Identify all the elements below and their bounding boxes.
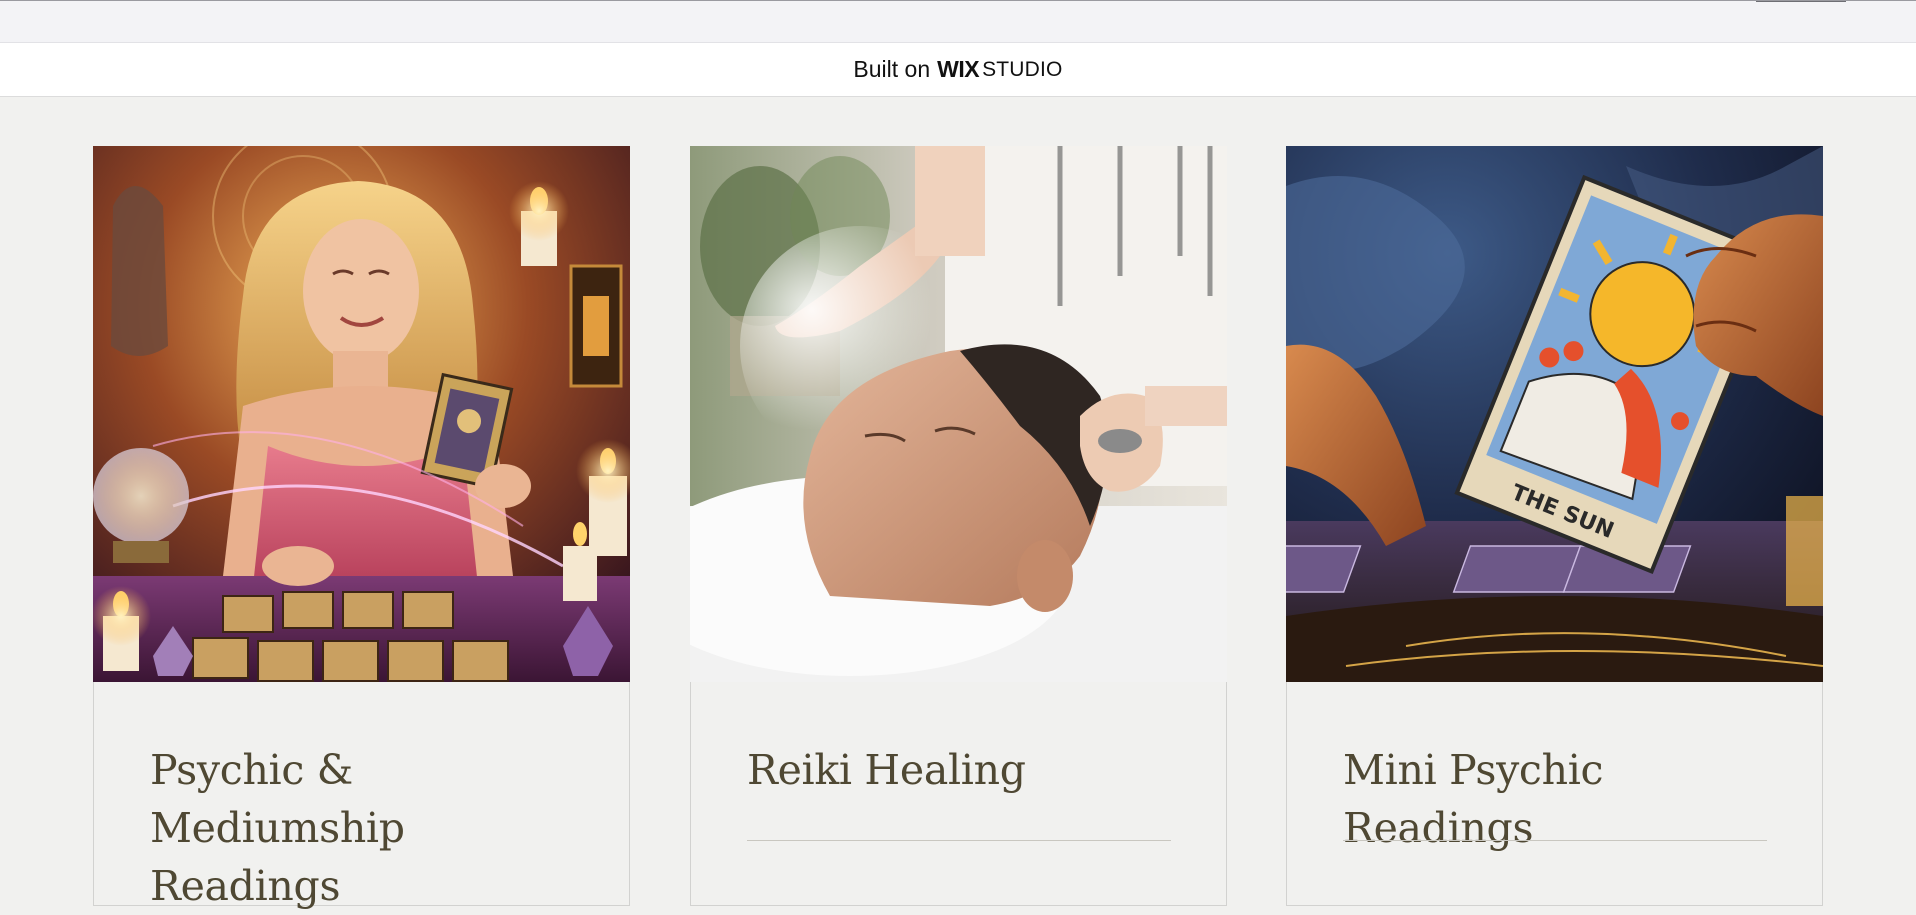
wix-logo-text: WIX [937, 56, 980, 82]
service-title[interactable]: Psychic & Mediumship Readings [150, 741, 590, 915]
service-card-mini-psychic-readings[interactable]: THE SUN Mini Psychic Readings [1286, 146, 1823, 906]
browser-top-bar [0, 0, 1916, 42]
browser-bar-edge [1756, 1, 1846, 2]
psychic-reader-image[interactable] [93, 146, 630, 682]
studio-logo-text: STUDIO [982, 57, 1063, 81]
service-card-psychic-mediumship[interactable]: Psychic & Mediumship Readings [93, 146, 630, 910]
banner-built-on-text: Built on [853, 56, 931, 82]
title-divider [1343, 840, 1767, 841]
tarot-sun-card-image[interactable]: THE SUN [1286, 146, 1823, 682]
service-card-reiki-healing[interactable]: Reiki Healing [690, 146, 1227, 906]
built-on-wix-studio-banner[interactable]: Built on WIX STUDIO [0, 42, 1916, 97]
title-divider [747, 840, 1171, 841]
reiki-healing-image[interactable] [690, 146, 1227, 682]
service-title[interactable]: Reiki Healing [747, 741, 1187, 799]
